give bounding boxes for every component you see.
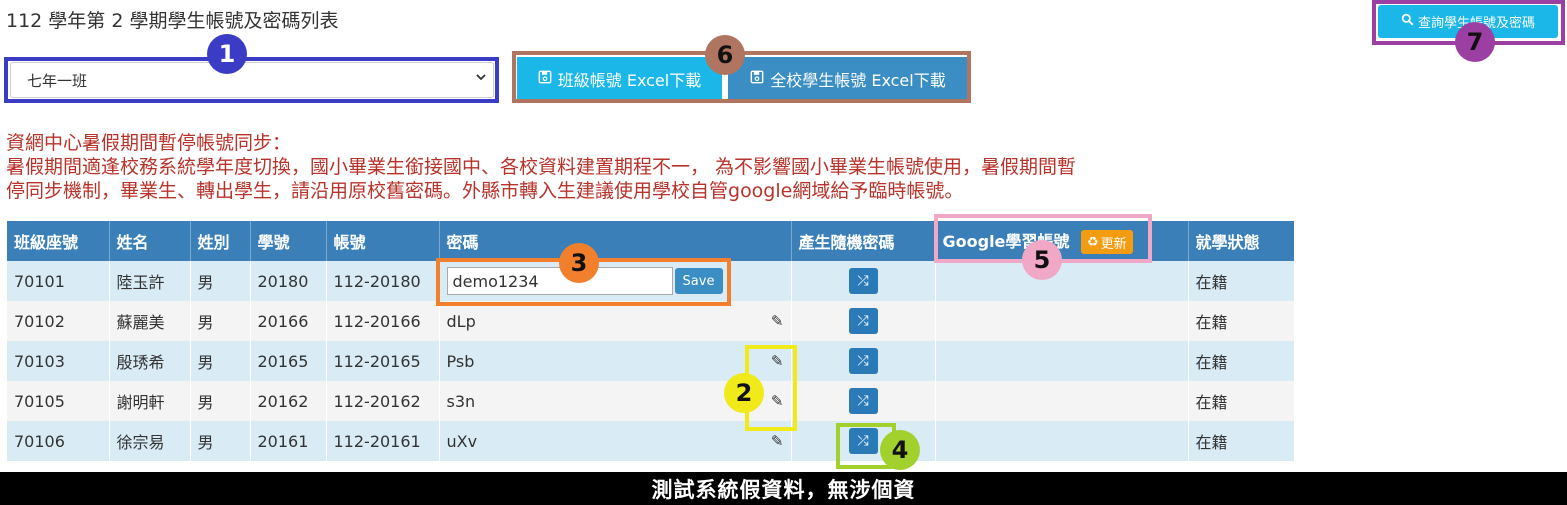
cell-student-no: 20180 bbox=[250, 261, 327, 301]
cell-gender: 男 bbox=[190, 301, 251, 341]
cell-account: 112-20161 bbox=[326, 421, 440, 461]
cell-name: 蘇麗美 bbox=[109, 301, 191, 341]
col-header-account: 帳號 bbox=[326, 221, 440, 261]
col-header-gender: 姓別 bbox=[190, 221, 251, 261]
cell-status: 在籍 bbox=[1188, 421, 1295, 461]
cell-name: 殷琇希 bbox=[109, 341, 191, 381]
col-header-random-password: 產生隨機密碼 bbox=[791, 221, 936, 261]
cell-status: 在籍 bbox=[1188, 261, 1295, 301]
cell-random-password: ⤮ bbox=[791, 301, 936, 341]
cell-name: 謝明軒 bbox=[109, 381, 191, 421]
cell-gender: 男 bbox=[190, 421, 251, 461]
cell-google-account bbox=[935, 261, 1189, 301]
shuffle-password-button[interactable]: ⤮ bbox=[848, 388, 878, 414]
notice-line-2: 暑假期間適逢校務系統學年度切換，國小畢業生銜接國中、各校資料建置期程不一， 為不… bbox=[6, 156, 1077, 178]
col-header-name: 姓名 bbox=[109, 221, 191, 261]
cell-name: 陸玉許 bbox=[109, 261, 191, 301]
table-row: 70105 謝明軒 男 20162 112-20162 s3n ✎ ⤮ 在籍 bbox=[7, 381, 1295, 421]
shuffle-icon: ⤮ bbox=[857, 393, 869, 409]
cell-seat: 70103 bbox=[7, 341, 110, 381]
shuffle-password-button[interactable]: ⤮ bbox=[848, 348, 878, 374]
password-value: s3n bbox=[446, 391, 476, 411]
notice-line-3: 停同步機制，畢業生、轉出學生，請沿用原校舊密碼。外縣市轉入生建議使用學校自管go… bbox=[6, 180, 964, 202]
cell-account: 112-20165 bbox=[326, 341, 440, 381]
cell-random-password: ⤮ bbox=[791, 261, 936, 301]
shuffle-icon: ⤮ bbox=[857, 273, 869, 289]
annotation-marker-4: 4 bbox=[880, 430, 920, 470]
cell-account: 112-20162 bbox=[326, 381, 440, 421]
password-value: Psb bbox=[446, 351, 475, 371]
annotation-marker-5: 5 bbox=[1022, 240, 1062, 280]
highlight-frame-class-select bbox=[4, 57, 499, 103]
shuffle-icon: ⤮ bbox=[857, 353, 869, 369]
password-value: dLp bbox=[446, 311, 476, 331]
annotation-marker-7: 7 bbox=[1455, 22, 1495, 62]
cell-status: 在籍 bbox=[1188, 381, 1295, 421]
cell-password: uXv ✎ bbox=[439, 421, 792, 461]
cell-status: 在籍 bbox=[1188, 301, 1295, 341]
shuffle-icon: ⤮ bbox=[857, 313, 869, 329]
cell-student-no: 20162 bbox=[250, 381, 327, 421]
cell-student-no: 20166 bbox=[250, 301, 327, 341]
annotation-marker-3: 3 bbox=[559, 243, 599, 283]
cell-seat: 70102 bbox=[7, 301, 110, 341]
page-title: 112 學年第 2 學期學生帳號及密碼列表 bbox=[6, 10, 339, 32]
cell-random-password: ⤮ bbox=[791, 381, 936, 421]
cell-student-no: 20165 bbox=[250, 341, 327, 381]
cell-random-password: ⤮ bbox=[791, 341, 936, 381]
table-row: 70103 殷琇希 男 20165 112-20165 Psb ✎ ⤮ 在籍 bbox=[7, 341, 1295, 381]
col-header-status: 就學狀態 bbox=[1188, 221, 1295, 261]
cell-account: 112-20180 bbox=[326, 261, 440, 301]
shuffle-password-button[interactable]: ⤮ bbox=[848, 308, 878, 334]
edit-icon[interactable]: ✎ bbox=[771, 312, 784, 330]
edit-icon[interactable]: ✎ bbox=[771, 432, 784, 450]
cell-status: 在籍 bbox=[1188, 341, 1295, 381]
cell-seat: 70105 bbox=[7, 381, 110, 421]
table-row: 70106 徐宗易 男 20161 112-20161 uXv ✎ ⤮ 在籍 bbox=[7, 421, 1295, 461]
cell-google-account bbox=[935, 301, 1189, 341]
cell-account: 112-20166 bbox=[326, 301, 440, 341]
cell-google-account bbox=[935, 421, 1189, 461]
cell-gender: 男 bbox=[190, 381, 251, 421]
cell-google-account bbox=[935, 341, 1189, 381]
col-header-seat: 班級座號 bbox=[7, 221, 110, 261]
notice-line-1: 資網中心暑假期間暫停帳號同步： bbox=[6, 132, 292, 154]
cell-google-account bbox=[935, 381, 1189, 421]
test-data-footer: 測試系統假資料，無涉個資 bbox=[0, 472, 1567, 505]
sync-notice: 資網中心暑假期間暫停帳號同步： 暑假期間適逢校務系統學年度切換，國小畢業生銜接國… bbox=[6, 131, 1286, 203]
cell-seat: 70106 bbox=[7, 421, 110, 461]
col-header-student-no: 學號 bbox=[250, 221, 327, 261]
cell-seat: 70101 bbox=[7, 261, 110, 301]
cell-student-no: 20161 bbox=[250, 421, 327, 461]
cell-gender: 男 bbox=[190, 341, 251, 381]
cell-name: 徐宗易 bbox=[109, 421, 191, 461]
annotation-marker-2: 2 bbox=[724, 373, 764, 413]
shuffle-password-button[interactable]: ⤮ bbox=[848, 268, 878, 294]
cell-gender: 男 bbox=[190, 261, 251, 301]
cell-password: dLp ✎ bbox=[439, 301, 792, 341]
password-value: uXv bbox=[446, 431, 478, 451]
annotation-marker-1: 1 bbox=[207, 34, 247, 74]
col-header-password: 密碼 bbox=[439, 221, 792, 261]
annotation-marker-6: 6 bbox=[705, 35, 745, 75]
table-row: 70102 蘇麗美 男 20166 112-20166 dLp ✎ ⤮ 在籍 bbox=[7, 301, 1295, 341]
